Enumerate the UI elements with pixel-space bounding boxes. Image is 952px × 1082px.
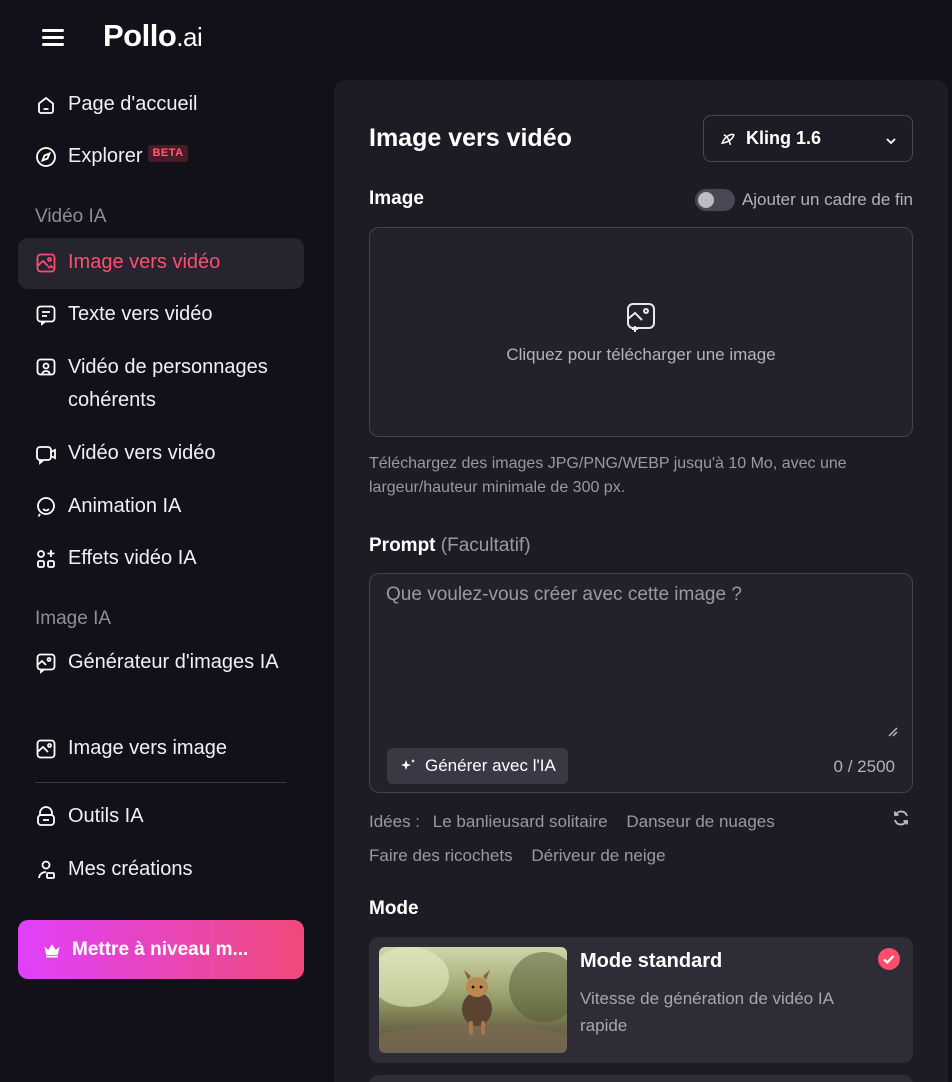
- idea-chip[interactable]: Danseur de nuages: [626, 812, 774, 831]
- character-counter: 0 / 2500: [833, 757, 895, 776]
- sidebar-item-my-creations[interactable]: Mes créations: [18, 853, 304, 886]
- compass-icon: [34, 145, 58, 169]
- end-frame-toggle-group: Ajouter un cadre de fin: [694, 189, 913, 211]
- ideas-label: Idées :: [369, 812, 421, 831]
- logo-main-text: Pollo: [103, 18, 177, 53]
- upgrade-label: Mettre à niveau m...: [72, 938, 249, 960]
- character-video-icon: [34, 356, 58, 380]
- sidebar-item-label: Image vers image: [68, 737, 227, 759]
- tools-icon: [34, 805, 58, 829]
- sidebar-item-label: Animation IA: [68, 495, 182, 517]
- sidebar-item-label: Générateur d'images IA: [68, 651, 279, 673]
- page-title: Image vers vidéo: [369, 124, 572, 152]
- end-frame-toggle-label: Ajouter un cadre de fin: [741, 190, 913, 209]
- sidebar-item-effects[interactable]: Effets vidéo IA: [18, 542, 304, 575]
- sidebar-item-character-video[interactable]: Vidéo de personnages cohérents: [18, 351, 304, 417]
- effects-icon: [34, 547, 58, 571]
- upload-prompt-text: Cliquez pour télécharger une image: [506, 345, 776, 364]
- prompt-field-label: Prompt (Facultatif): [369, 535, 531, 557]
- sidebar-item-image-to-image[interactable]: Image vers image: [18, 732, 304, 765]
- sidebar-item-label: Texte vers vidéo: [68, 303, 213, 325]
- beta-badge: BETA: [148, 145, 188, 162]
- home-icon: [34, 93, 58, 117]
- sidebar-item-text-to-video[interactable]: Texte vers vidéo: [18, 298, 304, 331]
- sidebar-item-label: Page d'accueil: [68, 93, 198, 115]
- hamburger-menu-icon[interactable]: [40, 27, 66, 47]
- main-panel: Image vers vidéo Kling 1.6 Image Ajouter…: [334, 80, 948, 1082]
- image-to-image-icon: [34, 737, 58, 761]
- sidebar-item-animation[interactable]: Animation IA: [18, 490, 304, 523]
- sparkle-icon: [399, 757, 417, 775]
- sidebar-item-image-generator[interactable]: Générateur d'images IA: [18, 646, 304, 679]
- mode-option-standard[interactable]: Mode standard Vitesse de génération de v…: [369, 937, 913, 1063]
- crown-icon: [42, 940, 62, 960]
- sidebar-item-home[interactable]: Page d'accueil: [18, 88, 304, 121]
- ideas-list: Idées : Le banlieusard solitaire Danseur…: [369, 805, 913, 873]
- mode-title: Mode standard: [580, 950, 723, 972]
- idea-chip[interactable]: Dériveur de neige: [531, 846, 665, 865]
- prompt-label-text: Prompt: [369, 535, 436, 556]
- sidebar-item-label: Mes créations: [68, 858, 193, 880]
- video-to-video-icon: [34, 442, 58, 466]
- prompt-input[interactable]: [370, 574, 912, 734]
- image-upload-dropzone[interactable]: Cliquez pour télécharger une image: [369, 227, 913, 437]
- kling-logo-icon: [718, 129, 738, 149]
- chevron-down-icon: [884, 132, 898, 146]
- mode-option-next[interactable]: [369, 1075, 913, 1082]
- sidebar-item-label: Effets vidéo IA: [68, 547, 197, 569]
- text-to-video-icon: [34, 303, 58, 327]
- sidebar-item-label: Vidéo de personnages cohérents: [68, 356, 268, 411]
- logo[interactable]: Pollo.ai: [103, 18, 203, 54]
- animation-icon: [34, 495, 58, 519]
- sidebar-item-label: Image vers vidéo: [68, 251, 221, 273]
- idea-chip[interactable]: Faire des ricochets: [369, 846, 513, 865]
- logo-suffix-text: .ai: [176, 22, 203, 52]
- section-label-image: Image IA: [35, 608, 112, 629]
- resize-handle-icon[interactable]: [886, 724, 898, 737]
- upgrade-button[interactable]: Mettre à niveau m...: [18, 920, 304, 979]
- sidebar-item-explorer[interactable]: Explorer BETA: [18, 140, 304, 173]
- prompt-optional-text: (Facultatif): [440, 535, 531, 556]
- sidebar-item-tools[interactable]: Outils IA: [18, 800, 304, 833]
- image-to-video-icon: [34, 251, 58, 275]
- mode-description: Vitesse de génération de vidéo IA rapide: [580, 989, 833, 1035]
- sidebar-item-label: Explorer: [68, 145, 143, 167]
- end-frame-toggle[interactable]: [694, 189, 735, 211]
- upload-hint: Téléchargez des images JPG/PNG/WEBP jusq…: [369, 455, 847, 496]
- mode-thumbnail: [379, 947, 567, 1053]
- generate-with-ai-label: Générer avec l'IA: [425, 756, 556, 775]
- sidebar-divider: [35, 782, 286, 783]
- image-generator-icon: [34, 651, 58, 675]
- image-field-label: Image: [369, 188, 424, 209]
- section-label-video: Vidéo IA: [35, 206, 107, 227]
- user-creations-icon: [34, 858, 58, 882]
- prompt-box: Générer avec l'IA 0 / 2500: [369, 573, 913, 793]
- model-select-value: Kling 1.6: [746, 128, 822, 148]
- selected-check-icon: [877, 947, 901, 971]
- sidebar-item-image-to-video[interactable]: Image vers vidéo: [18, 238, 304, 289]
- mode-field-label: Mode: [369, 898, 419, 919]
- sidebar-item-label: Vidéo vers vidéo: [68, 442, 216, 464]
- sidebar-item-video-to-video[interactable]: Vidéo vers vidéo: [18, 437, 304, 470]
- upload-image-icon: [623, 299, 659, 335]
- top-bar: Pollo.ai: [0, 0, 952, 76]
- refresh-ideas-icon[interactable]: [891, 808, 911, 828]
- model-select[interactable]: Kling 1.6: [703, 115, 913, 162]
- sidebar-item-label: Outils IA: [68, 805, 144, 827]
- generate-with-ai-button[interactable]: Générer avec l'IA: [387, 748, 568, 784]
- idea-chip[interactable]: Le banlieusard solitaire: [433, 812, 608, 831]
- sidebar: Page d'accueil Explorer BETA Vidéo IA Ima…: [0, 76, 320, 1082]
